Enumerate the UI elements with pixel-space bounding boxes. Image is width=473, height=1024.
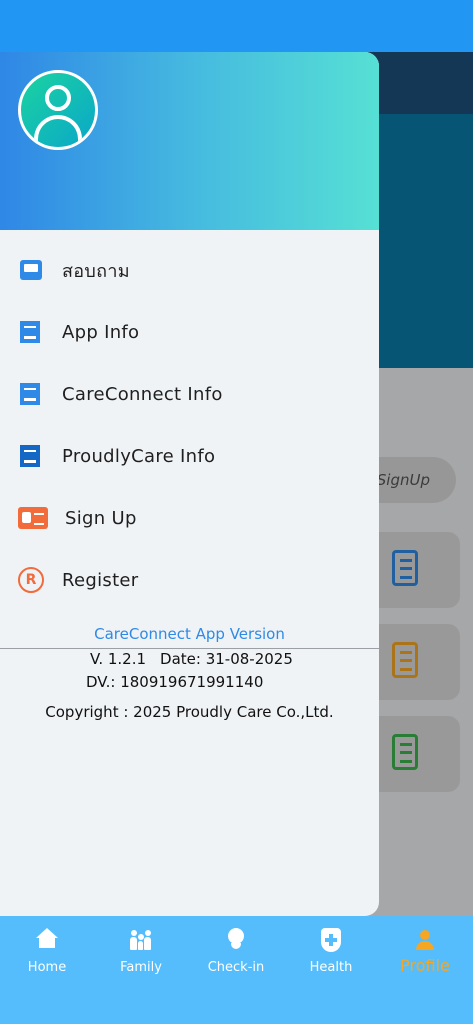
nav-label: Home [27, 960, 67, 975]
location-pin-icon [224, 928, 248, 952]
menu-item-label: Register [62, 569, 139, 591]
nav-label: Family [120, 960, 162, 975]
nav-family[interactable]: Family [94, 916, 188, 986]
user-icon [413, 928, 437, 952]
status-bar [0, 0, 473, 52]
nav-label: Profile [400, 956, 450, 975]
menu-item-register[interactable]: R Register [0, 549, 379, 611]
menu-item-inquiry[interactable]: สอบถาม [0, 239, 379, 301]
shield-plus-icon [321, 928, 341, 952]
version-info: V. 1.2.1 Date: 31-08-2025 [90, 650, 293, 668]
inbox-icon [20, 260, 42, 280]
nav-profile[interactable]: Profile [378, 916, 472, 986]
nav-check-in[interactable]: Check-in [189, 916, 283, 986]
family-icon [129, 928, 153, 952]
menu-item-sign-up[interactable]: Sign Up [0, 487, 379, 549]
copyright-text: Copyright : 2025 Proudly Care Co.,Ltd. [45, 703, 334, 721]
avatar[interactable] [18, 70, 98, 150]
document-icon [20, 383, 40, 405]
menu-item-label: Sign Up [65, 507, 137, 529]
menu-item-label: สอบถาม [62, 260, 130, 282]
version-date: Date: 31-08-2025 [160, 650, 293, 668]
nav-home[interactable]: Home [0, 916, 94, 986]
nav-label: Health [309, 960, 353, 975]
menu-item-careconnect-info[interactable]: CareConnect Info [0, 363, 379, 425]
user-icon-body [34, 115, 82, 147]
nav-health[interactable]: Health [284, 916, 378, 986]
menu-item-proudlycare-info[interactable]: ProudlyCare Info [0, 425, 379, 487]
dv-number: DV.: 180919671991140 [86, 673, 264, 691]
nav-label: Check-in [207, 960, 265, 975]
bottom-navigation: Home Family Check-in Health Profile [0, 916, 473, 1024]
menu-item-label: App Info [62, 321, 140, 343]
menu-item-app-info[interactable]: App Info [0, 301, 379, 363]
drawer-header [0, 52, 379, 230]
document-icon [20, 321, 40, 343]
registered-icon: R [18, 567, 44, 593]
user-icon [45, 85, 71, 111]
navigation-drawer: สอบถาม App Info CareConnect Info Proudly… [0, 52, 379, 916]
home-icon [35, 928, 59, 952]
document-icon [20, 445, 40, 467]
menu-item-label: ProudlyCare Info [62, 445, 216, 467]
id-card-icon [18, 507, 48, 529]
version-title: CareConnect App Version [94, 625, 285, 643]
divider [0, 648, 379, 649]
menu-item-label: CareConnect Info [62, 383, 223, 405]
version-number: V. 1.2.1 [90, 650, 147, 668]
